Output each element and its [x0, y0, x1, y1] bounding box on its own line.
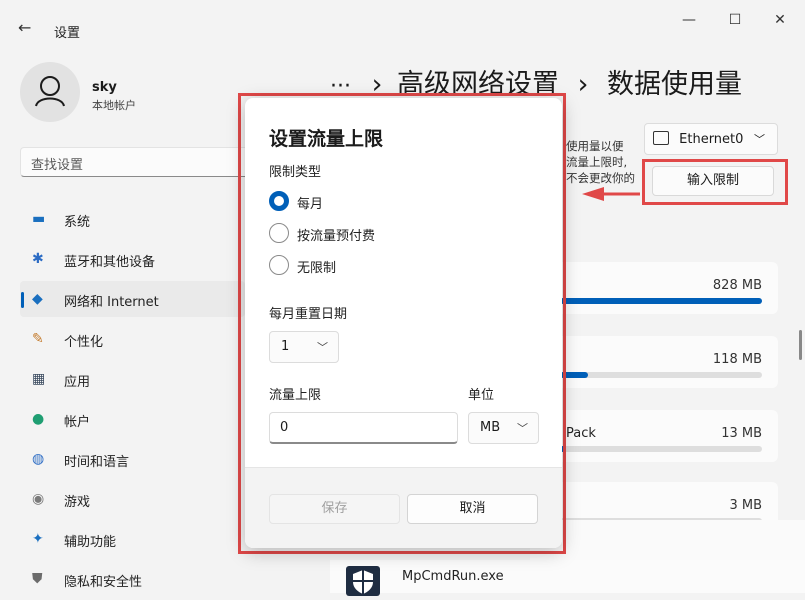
usage-app-label: Pack — [566, 426, 596, 441]
sidebar-item[interactable]: ◍ 时间和语言 — [20, 441, 245, 477]
sidebar-item[interactable]: ✎ 个性化 — [20, 321, 245, 357]
breadcrumb-separator: › — [577, 69, 589, 100]
usage-row: 118 MB — [540, 336, 778, 388]
radio-prepaid[interactable] — [269, 223, 289, 243]
usage-value: 13 MB — [721, 426, 762, 441]
adapter-select-value: Ethernet0 — [679, 132, 744, 147]
unit-label: 单位 — [468, 388, 495, 403]
radio-unlimited-label[interactable]: 无限制 — [297, 257, 336, 276]
scrollbar-thumb[interactable] — [799, 330, 802, 360]
user-name: sky — [92, 80, 117, 95]
usage-row: Pack 13 MB — [540, 410, 778, 462]
close-button[interactable]: ✕ — [765, 12, 795, 28]
network-adapter-icon — [653, 131, 669, 145]
sidebar-item-label: 帐户 — [64, 415, 91, 430]
chevron-down-icon: ﹀ — [317, 341, 328, 354]
minimize-button[interactable]: — — [674, 12, 704, 28]
chevron-down-icon: ﹀ — [754, 133, 765, 146]
limit-input[interactable]: 0 — [269, 412, 458, 444]
sidebar-item[interactable]: ⛊ 隐私和安全性 — [20, 561, 245, 597]
radio-unlimited[interactable] — [269, 255, 289, 275]
annotation-highlight-box — [642, 159, 788, 205]
limit-type-label: 限制类型 — [269, 165, 322, 180]
wifi-icon: ◆ — [32, 291, 43, 307]
unit-select[interactable]: MB ﹀ — [468, 412, 539, 444]
person-avatar-icon — [35, 76, 65, 107]
sidebar-item-label: 网络和 Internet — [64, 295, 159, 310]
chevron-down-icon: ﹀ — [517, 422, 528, 435]
app-name: MpCmdRun.exe — [402, 569, 504, 584]
dialog-footer: 保存 取消 — [245, 467, 562, 548]
usage-value: 118 MB — [712, 352, 762, 367]
usage-row: 828 MB — [540, 262, 778, 314]
sidebar-item-label: 隐私和安全性 — [64, 575, 143, 590]
adapter-select[interactable]: Ethernet0 ﹀ — [644, 123, 778, 155]
dialog-title: 设置流量上限 — [269, 128, 384, 150]
app-usage-row: MpCmdRun.exe — [330, 560, 805, 596]
sidebar-item[interactable]: ✱ 蓝牙和其他设备 — [20, 241, 245, 277]
sidebar-item-label: 系统 — [64, 215, 91, 230]
description-line: 流量上限时, — [566, 155, 628, 169]
radio-monthly[interactable] — [269, 191, 289, 211]
data-limit-dialog: 设置流量上限 限制类型 每月 按流量预付费 无限制 每月重置日期 1 ﹀ 流量上… — [245, 98, 562, 548]
person-icon: ● — [32, 411, 45, 427]
description-line: 使用量以便 — [566, 139, 624, 153]
radio-prepaid-label[interactable]: 按流量预付费 — [297, 225, 375, 244]
page-title: 数据使用量 — [606, 69, 742, 100]
defender-shield-icon — [346, 566, 380, 596]
sidebar-item-label: 个性化 — [64, 335, 104, 350]
usage-bar — [560, 446, 762, 452]
bluetooth-icon: ✱ — [32, 251, 44, 267]
sidebar-item-label: 时间和语言 — [64, 455, 130, 470]
app-title: 设置 — [54, 26, 81, 41]
accessibility-icon: ✦ — [32, 531, 44, 547]
back-arrow-icon[interactable]: ← — [18, 18, 31, 37]
globe-clock-icon: ◍ — [32, 451, 45, 467]
sidebar-item[interactable]: ◉ 游戏 — [20, 481, 245, 517]
usage-value: 828 MB — [712, 278, 762, 293]
gamepad-icon: ◉ — [32, 491, 45, 507]
cancel-button[interactable]: 取消 — [407, 494, 538, 524]
search-input[interactable]: 查找设置 — [20, 147, 260, 177]
sidebar-item[interactable]: ● 帐户 — [20, 401, 245, 437]
nav-selected-indicator — [21, 292, 24, 308]
sidebar-item-label: 应用 — [64, 375, 91, 390]
reset-day-label: 每月重置日期 — [269, 307, 348, 322]
sidebar-item-label: 辅助功能 — [64, 535, 117, 550]
limit-label: 流量上限 — [269, 388, 322, 403]
shield-icon: ⛊ — [32, 571, 43, 587]
account-type: 本地帐户 — [92, 99, 136, 112]
sidebar-item[interactable]: ▬ 系统 — [20, 201, 245, 237]
sidebar-item[interactable]: ◆ 网络和 Internet — [20, 281, 245, 317]
brush-icon: ✎ — [32, 331, 44, 347]
usage-bar — [560, 372, 762, 378]
avatar[interactable] — [20, 62, 80, 122]
reset-day-value: 1 — [281, 339, 290, 354]
apps-icon: ▦ — [32, 371, 46, 387]
unit-value: MB — [480, 420, 501, 435]
radio-monthly-label[interactable]: 每月 — [297, 193, 323, 212]
sidebar-item[interactable]: ✦ 辅助功能 — [20, 521, 245, 557]
usage-bar-fill — [560, 298, 762, 304]
annotation-arrow-icon — [582, 187, 640, 201]
monitor-icon: ▬ — [32, 211, 46, 227]
sidebar-item-label: 蓝牙和其他设备 — [64, 255, 156, 270]
usage-value: 3 MB — [729, 498, 762, 513]
save-button[interactable]: 保存 — [269, 494, 400, 524]
maximize-button[interactable]: ☐ — [720, 12, 750, 28]
description-line: 不会更改你的 — [566, 171, 635, 185]
sidebar-item-label: 游戏 — [64, 495, 91, 510]
usage-bar — [560, 298, 762, 304]
reset-day-select[interactable]: 1 ﹀ — [269, 331, 339, 363]
sidebar-item[interactable]: ▦ 应用 — [20, 361, 245, 397]
